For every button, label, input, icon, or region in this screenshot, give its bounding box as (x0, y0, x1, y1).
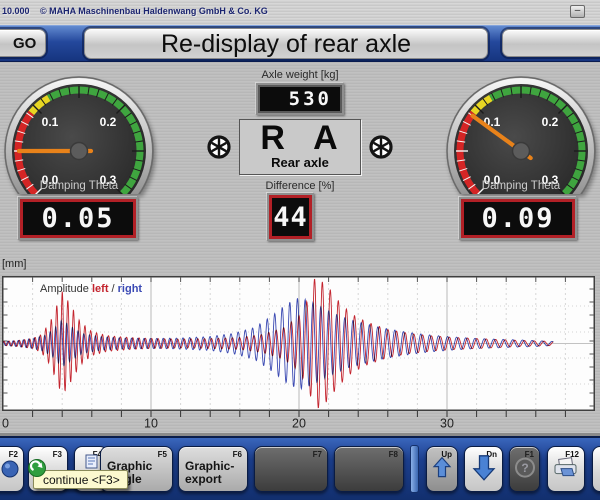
copyright-text: © MAHA Maschinenbau Haldenwang GmbH & Co… (40, 6, 268, 16)
mm-unit-label: [mm] (2, 258, 26, 270)
damping-display-left: 0.05 (18, 197, 138, 240)
chart-legend: Amplitude left / right (40, 283, 142, 295)
axle-weight-display: 530 (256, 83, 344, 115)
toolbar-button-f2-partial[interactable]: F2 (0, 446, 24, 492)
fkey-label: F3 (53, 450, 62, 459)
damping-value-left: 0.05 (20, 199, 136, 238)
damping-display-right: 0.09 (459, 197, 577, 240)
title-panel: Re-display of rear axle (84, 28, 488, 59)
legend-prefix: Amplitude (40, 283, 92, 295)
toolbar-button-help[interactable]: F1? (509, 446, 540, 492)
toolbar-button-page-down[interactable]: Dn (464, 446, 503, 492)
legend-left: left (92, 283, 109, 295)
continue-icon (28, 459, 46, 482)
minimize-button[interactable]: – (570, 5, 585, 18)
page-title: Re-display of rear axle (161, 30, 411, 58)
blue-circle-icon (1, 460, 19, 483)
toolbar-button-f7-blank[interactable]: F7 (254, 446, 328, 492)
x-tick-label: 30 (440, 417, 454, 429)
logo-text: GO (13, 35, 36, 52)
logo-button[interactable]: GO (0, 29, 46, 57)
legend-separator: / (108, 283, 117, 295)
fkey-label: F7 (313, 450, 322, 459)
window-titlebar: 10.000 © MAHA Maschinenbau Haldenwang Gm… (0, 0, 600, 25)
damping-value-right: 0.09 (461, 199, 575, 238)
svg-text:0.1: 0.1 (42, 115, 59, 129)
axle-box: R A Rear axle (239, 119, 361, 175)
amplitude-chart: 0 10 20 30 (2, 276, 596, 428)
version-text: 10.000 (2, 6, 30, 16)
toolbar-separator (410, 445, 419, 493)
wheel-icon-left (207, 135, 231, 159)
axle-weight-value: 530 (258, 85, 342, 113)
axle-name: Rear axle (240, 156, 360, 170)
difference-label: Difference [%] (0, 180, 600, 192)
svg-text:?: ? (521, 461, 528, 475)
printer-icon (553, 457, 579, 484)
toolbar-button-partial-right[interactable] (592, 446, 600, 492)
button-label: Graphic-export (185, 460, 234, 486)
header-band: GO Re-display of rear axle (0, 25, 600, 62)
toolbar-button-print[interactable]: F12 (547, 446, 585, 492)
axle-code: R A (240, 120, 360, 156)
help-icon: ? (514, 457, 536, 484)
toolbar-button-page-up[interactable]: Up (426, 446, 458, 492)
toolbar-button-graphic-export[interactable]: F6Graphic-export (178, 446, 248, 492)
legend-right: right (118, 283, 142, 295)
fkey-label: F8 (389, 450, 398, 459)
x-tick-label: 0 (2, 417, 9, 429)
x-tick-label: 20 (292, 417, 306, 429)
arrow-down-icon (472, 454, 496, 487)
fkey-label: F6 (233, 450, 242, 459)
svg-text:0.2: 0.2 (542, 115, 559, 129)
difference-value: 44 (269, 195, 312, 239)
axle-weight-label: Axle weight [kg] (0, 69, 600, 81)
svg-text:0.2: 0.2 (100, 115, 117, 129)
header-right-panel (502, 29, 600, 57)
maha-test-screen: 10.000 © MAHA Maschinenbau Haldenwang Gm… (0, 0, 600, 500)
toolbar-tooltip: continue <F3> (33, 470, 128, 489)
x-tick-label: 10 (144, 417, 158, 429)
difference-display: 44 (267, 193, 314, 241)
arrow-up-icon (432, 456, 452, 485)
fkey-label: F2 (9, 450, 18, 459)
toolbar-button-f8-blank[interactable]: F8 (334, 446, 404, 492)
minimize-icon: – (575, 5, 581, 16)
wheel-icon-right (369, 135, 393, 159)
fkey-label: F5 (158, 450, 167, 459)
